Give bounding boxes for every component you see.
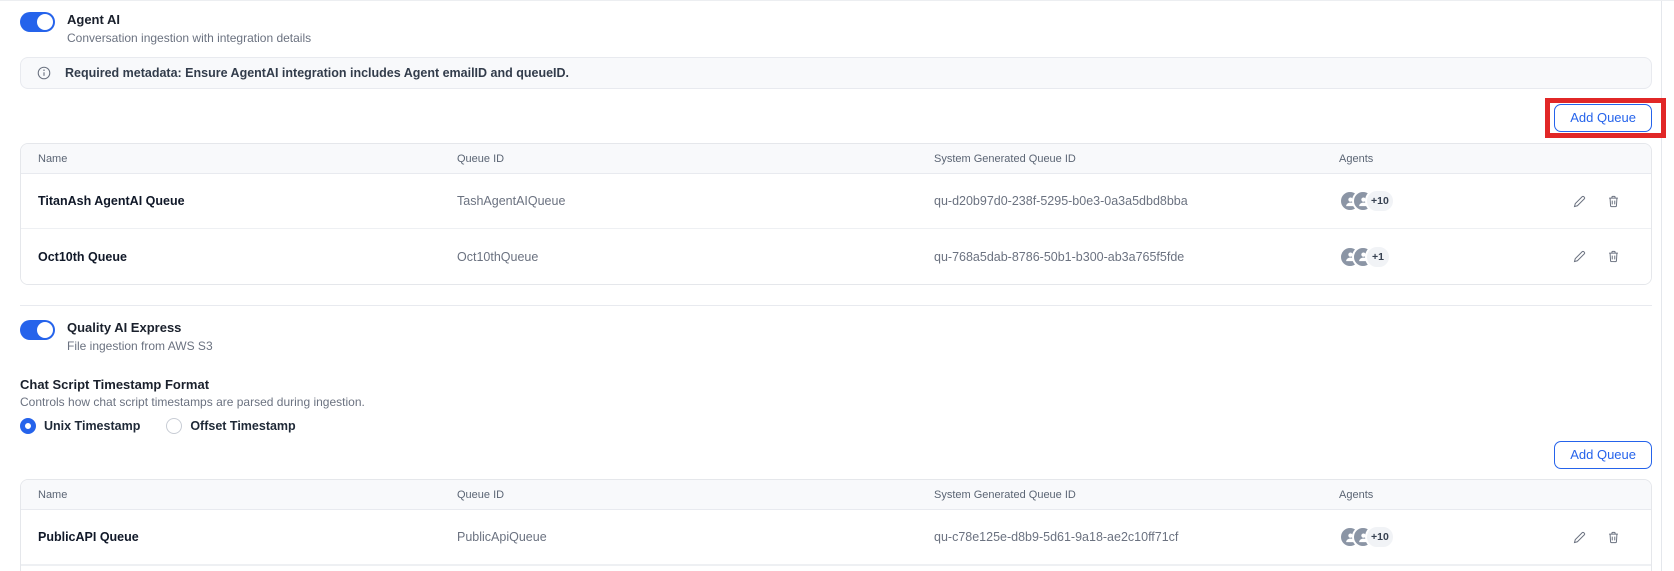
col-header-agents: Agents — [1339, 153, 1539, 165]
toggle-knob — [37, 322, 53, 338]
timestamp-format-description: Controls how chat script timestamps are … — [20, 395, 1652, 409]
edit-icon[interactable] — [1572, 249, 1587, 264]
quality-ai-toggle[interactable] — [20, 320, 55, 340]
radio-unselected-icon — [166, 418, 182, 434]
agent-ai-queue-table: Name Queue ID System Generated Queue ID … — [20, 143, 1652, 285]
agents-cell: +1 — [1339, 245, 1539, 269]
queue-id: PublicApiQueue — [457, 530, 934, 544]
toggle-knob — [37, 14, 53, 30]
required-metadata-banner: Required metadata: Ensure AgentAI integr… — [20, 57, 1652, 89]
panel-right-border — [1661, 1, 1662, 571]
radio-label: Unix Timestamp — [44, 419, 140, 433]
quality-ai-section-header: Quality AI Express File ingestion from A… — [20, 319, 1652, 355]
system-queue-id: qu-d20b97d0-238f-5295-b0e3-0a3a5dbd8bba — [934, 194, 1339, 208]
agents-cell: +10 — [1339, 525, 1539, 549]
timestamp-format-label: Chat Script Timestamp Format — [20, 377, 1652, 392]
radio-selected-icon — [20, 418, 36, 434]
queue-name: Oct10th Queue — [21, 250, 457, 264]
table-row-partial — [21, 565, 1651, 571]
col-header-name: Name — [21, 489, 457, 501]
radio-unix-timestamp[interactable]: Unix Timestamp — [20, 418, 140, 434]
agent-ai-toggle[interactable] — [20, 12, 55, 32]
row-actions — [1539, 530, 1651, 545]
agents-more-badge: +10 — [1365, 189, 1395, 213]
agents-cell: +10 — [1339, 189, 1539, 213]
system-queue-id: qu-768a5dab-8786-50b1-b300-ab3a765f5fde — [934, 250, 1339, 264]
queue-name: PublicAPI Queue — [21, 530, 457, 544]
banner-text: Required metadata: Ensure AgentAI integr… — [65, 66, 569, 80]
agent-ai-section-header: Agent AI Conversation ingestion with int… — [20, 11, 1652, 47]
add-queue-row-2: Add Queue — [20, 441, 1652, 469]
section-divider — [20, 305, 1652, 306]
quality-ai-label: Quality AI Express — [67, 319, 213, 336]
agent-ai-label: Agent AI — [67, 11, 311, 28]
table-header: Name Queue ID System Generated Queue ID … — [21, 144, 1651, 174]
queue-id: TashAgentAIQueue — [457, 194, 934, 208]
delete-icon[interactable] — [1606, 530, 1621, 545]
queue-name: TitanAsh AgentAI Queue — [21, 194, 457, 208]
col-header-system-queue-id: System Generated Queue ID — [934, 153, 1339, 165]
system-queue-id: qu-c78e125e-d8b9-5d61-9a18-ae2c10ff71cf — [934, 530, 1339, 544]
quality-ai-description: File ingestion from AWS S3 — [67, 338, 213, 355]
row-actions — [1539, 249, 1651, 264]
radio-offset-timestamp[interactable]: Offset Timestamp — [166, 418, 295, 434]
quality-ai-queue-table: Name Queue ID System Generated Queue ID … — [20, 479, 1652, 571]
timestamp-format-options: Unix Timestamp Offset Timestamp — [20, 418, 1652, 434]
table-row: TitanAsh AgentAI Queue TashAgentAIQueue … — [21, 174, 1651, 229]
col-header-queue-id: Queue ID — [457, 489, 934, 501]
col-header-system-queue-id: System Generated Queue ID — [934, 489, 1339, 501]
delete-icon[interactable] — [1606, 194, 1621, 209]
add-queue-row-1: Add Queue — [20, 104, 1652, 132]
col-header-name: Name — [21, 153, 457, 165]
agents-more-badge: +10 — [1365, 525, 1395, 549]
table-row: PublicAPI Queue PublicApiQueue qu-c78e12… — [21, 510, 1651, 565]
delete-icon[interactable] — [1606, 249, 1621, 264]
agents-more-badge: +1 — [1365, 245, 1391, 269]
edit-icon[interactable] — [1572, 194, 1587, 209]
table-header: Name Queue ID System Generated Queue ID … — [21, 480, 1651, 510]
row-actions — [1539, 194, 1651, 209]
col-header-queue-id: Queue ID — [457, 153, 934, 165]
info-icon — [37, 66, 51, 80]
add-queue-button[interactable]: Add Queue — [1554, 104, 1652, 132]
agent-ai-description: Conversation ingestion with integration … — [67, 30, 311, 47]
table-row: Oct10th Queue Oct10thQueue qu-768a5dab-8… — [21, 229, 1651, 284]
edit-icon[interactable] — [1572, 530, 1587, 545]
settings-page: Agent AI Conversation ingestion with int… — [0, 0, 1674, 571]
radio-label: Offset Timestamp — [190, 419, 295, 433]
queue-id: Oct10thQueue — [457, 250, 934, 264]
col-header-agents: Agents — [1339, 489, 1539, 501]
add-queue-button[interactable]: Add Queue — [1554, 441, 1652, 469]
